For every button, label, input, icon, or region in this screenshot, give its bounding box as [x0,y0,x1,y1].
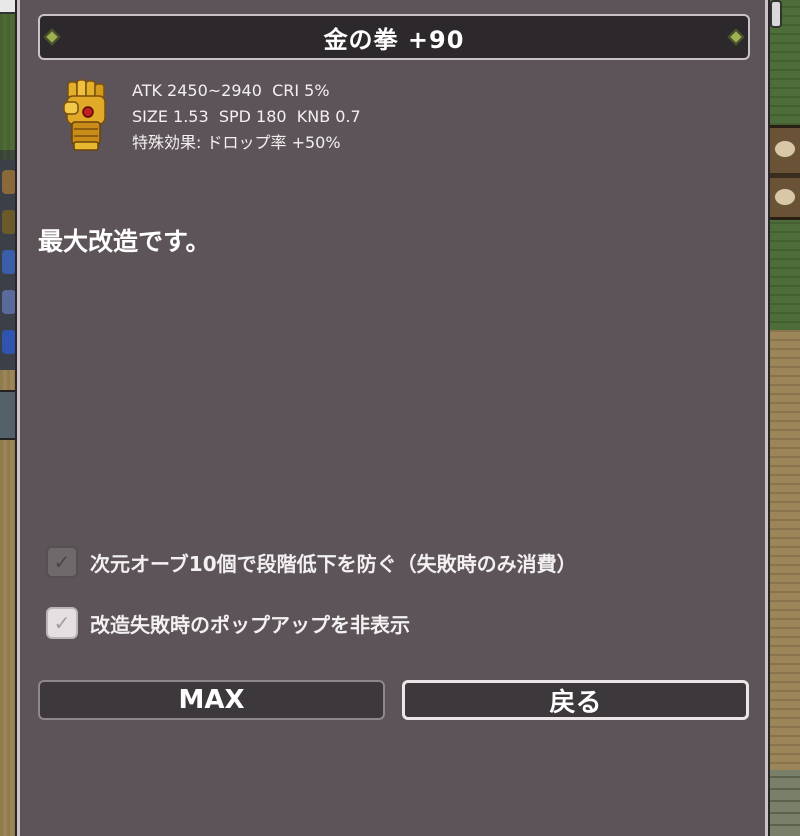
hud-corner-button [770,0,782,28]
stat-line-special: 特殊効果: ドロップ率 +50% [132,133,341,152]
prevent-downgrade-checkbox[interactable]: ✓ [46,546,78,578]
back-button[interactable]: 戻る [402,680,749,720]
hide-popup-checkbox[interactable]: ✓ [46,607,78,639]
upgrade-dialog: 金の拳 +90 ATK 2450~2940 CRI 5% SIZE 1.53 S… [17,0,768,836]
stat-line-attack: ATK 2450~2940 CRI 5% [132,81,330,100]
option-hide-popup: ✓ 改造失敗時のポップアップを非表示 [46,607,410,639]
prevent-downgrade-label: 次元オーブ10個で段階低下を防ぐ（失敗時のみ消費） [90,551,577,576]
checkmark-icon: ✓ [53,611,71,635]
stone-floor [766,770,800,836]
item-stats: ATK 2450~2940 CRI 5% SIZE 1.53 SPD 180 K… [132,78,361,156]
shop-shelf [766,125,800,220]
hide-popup-label: 改造失敗時のポップアップを非表示 [90,612,410,637]
stat-line-size: SIZE 1.53 SPD 180 KNB 0.7 [132,107,361,126]
golden-fist-icon [63,79,106,151]
dialog-title: 金の拳 +90 [323,25,465,54]
ornament-icon [43,28,61,46]
option-prevent-downgrade: ✓ 次元オーブ10個で段階低下を防ぐ（失敗時のみ消費） [46,546,577,578]
checkmark-icon: ✓ [53,550,71,574]
status-message: 最大改造です。 [38,227,211,256]
max-button[interactable]: MAX [38,680,385,720]
title-bar: 金の拳 +90 [38,14,750,60]
ornament-icon [727,28,745,46]
